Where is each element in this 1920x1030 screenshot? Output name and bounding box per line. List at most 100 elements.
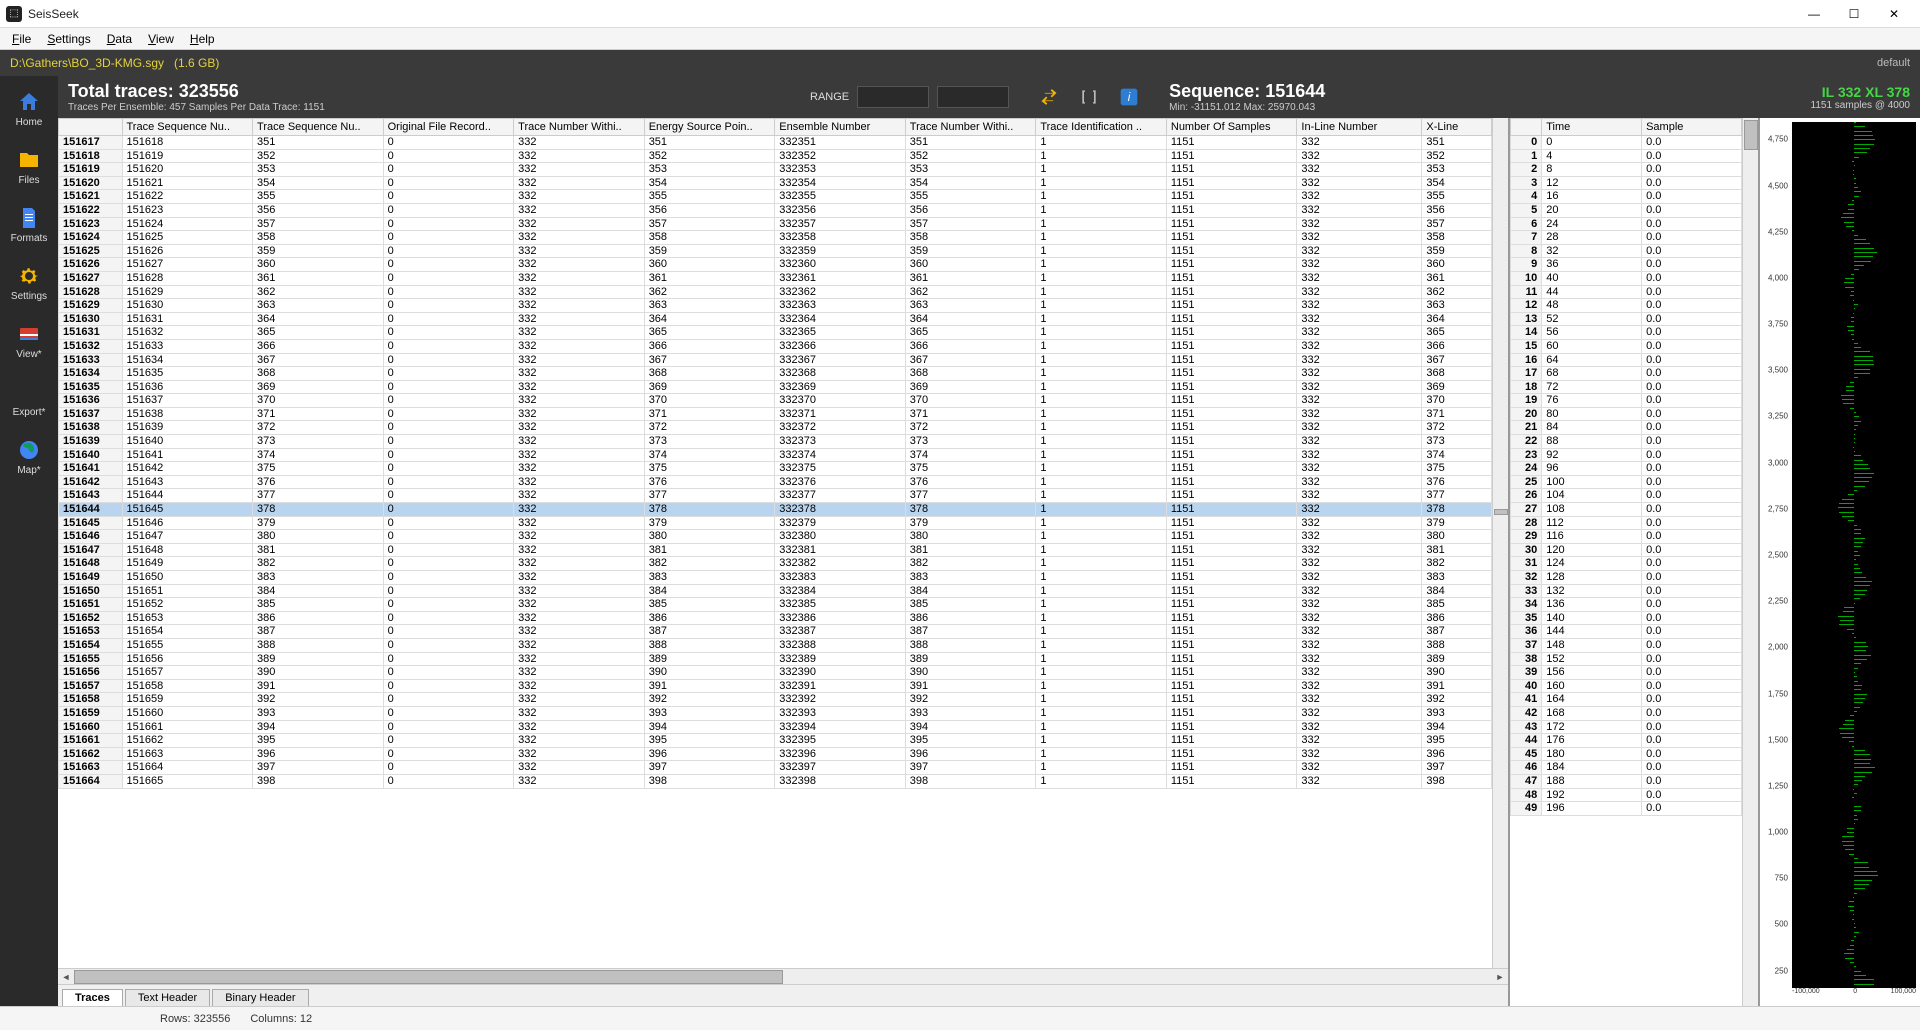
table-row[interactable]: 421680.0 — [1511, 706, 1742, 720]
table-row[interactable]: 1516371516383710332371332371371111513323… — [59, 407, 1492, 421]
table-row[interactable]: 471880.0 — [1511, 774, 1742, 788]
tab-text-header[interactable]: Text Header — [125, 989, 210, 1006]
menu-data[interactable]: Data — [99, 30, 140, 48]
table-row[interactable]: 251000.0 — [1511, 475, 1742, 489]
table-row[interactable]: 1516261516273600332360332360360111513323… — [59, 258, 1492, 272]
table-row[interactable]: 10400.0 — [1511, 271, 1742, 285]
table-row[interactable]: 1516421516433760332376332376376111513323… — [59, 475, 1492, 489]
table-row[interactable]: 12480.0 — [1511, 299, 1742, 313]
table-row[interactable]: 331320.0 — [1511, 584, 1742, 598]
table-row[interactable]: 1516171516183510332351332351351111513323… — [59, 136, 1492, 150]
table-row[interactable]: 1516451516463790332379332379379111513323… — [59, 516, 1492, 530]
brackets-icon[interactable] — [1075, 83, 1103, 111]
table-row[interactable]: 1516431516443770332377332377377111513323… — [59, 489, 1492, 503]
table-row[interactable]: 441760.0 — [1511, 734, 1742, 748]
table-row[interactable]: 1516461516473800332380332380380111513323… — [59, 530, 1492, 544]
table-row[interactable]: 311240.0 — [1511, 557, 1742, 571]
table-row[interactable]: 7280.0 — [1511, 231, 1742, 245]
table-row[interactable]: 21840.0 — [1511, 421, 1742, 435]
table-row[interactable]: 391560.0 — [1511, 666, 1742, 680]
table-row[interactable]: 281120.0 — [1511, 516, 1742, 530]
trace-col-header[interactable]: Ensemble Number — [775, 119, 906, 136]
table-row[interactable]: 291160.0 — [1511, 530, 1742, 544]
table-row[interactable]: 1516361516373700332370332370370111513323… — [59, 394, 1492, 408]
trace-vscrollbar[interactable] — [1492, 118, 1508, 968]
table-row[interactable]: 361440.0 — [1511, 625, 1742, 639]
table-row[interactable]: 1516391516403730332373332373373111513323… — [59, 435, 1492, 449]
trace-col-header[interactable]: Trace Sequence Nu.. — [122, 119, 253, 136]
tab-binary-header[interactable]: Binary Header — [212, 989, 308, 1006]
table-row[interactable]: 1516571516583910332391332391391111513323… — [59, 679, 1492, 693]
table-row[interactable]: 1516591516603930332393332393393111513323… — [59, 706, 1492, 720]
sidebar-formats[interactable]: Formats — [4, 198, 54, 252]
table-row[interactable]: 451800.0 — [1511, 747, 1742, 761]
table-row[interactable]: 1516201516213540332354332354354111513323… — [59, 176, 1492, 190]
table-row[interactable]: 1516331516343670332367332367367111513323… — [59, 353, 1492, 367]
table-row[interactable]: 1516531516543870332387332387387111513323… — [59, 625, 1492, 639]
trace-col-header[interactable]: X-Line — [1422, 119, 1492, 136]
table-row[interactable]: 261040.0 — [1511, 489, 1742, 503]
trace-col-header[interactable] — [59, 119, 123, 136]
menu-view[interactable]: View — [140, 30, 182, 48]
menu-help[interactable]: Help — [182, 30, 223, 48]
trace-col-header[interactable]: Trace Number Withi.. — [514, 119, 645, 136]
table-row[interactable]: 1516381516393720332372332372372111513323… — [59, 421, 1492, 435]
minimize-button[interactable]: — — [1794, 0, 1834, 28]
table-row[interactable]: 1516481516493820332382332382382111513323… — [59, 557, 1492, 571]
table-row[interactable]: 24960.0 — [1511, 462, 1742, 476]
table-row[interactable]: 1516251516263590332359332359359111513323… — [59, 244, 1492, 258]
sample-col-header[interactable]: Time — [1542, 119, 1642, 136]
sidebar-home[interactable]: Home — [4, 82, 54, 136]
sidebar-files[interactable]: Files — [4, 140, 54, 194]
table-row[interactable]: 431720.0 — [1511, 720, 1742, 734]
table-row[interactable]: 3120.0 — [1511, 176, 1742, 190]
table-row[interactable]: 401600.0 — [1511, 679, 1742, 693]
table-row[interactable]: 13520.0 — [1511, 312, 1742, 326]
menu-settings[interactable]: Settings — [39, 30, 98, 48]
table-row[interactable]: 17680.0 — [1511, 367, 1742, 381]
range-to-input[interactable] — [937, 86, 1009, 108]
table-row[interactable]: 461840.0 — [1511, 761, 1742, 775]
trace-col-header[interactable]: Number Of Samples — [1166, 119, 1297, 136]
close-button[interactable]: ✕ — [1874, 0, 1914, 28]
table-row[interactable]: 1516471516483810332381332381381111513323… — [59, 543, 1492, 557]
sample-table[interactable]: TimeSample000.0140.0280.03120.04160.0520… — [1510, 118, 1742, 1006]
table-row[interactable]: 271080.0 — [1511, 503, 1742, 517]
table-row[interactable]: 381520.0 — [1511, 652, 1742, 666]
table-row[interactable]: 6240.0 — [1511, 217, 1742, 231]
table-row[interactable]: 9360.0 — [1511, 258, 1742, 272]
table-row[interactable]: 11440.0 — [1511, 285, 1742, 299]
sample-col-header[interactable]: Sample — [1642, 119, 1742, 136]
table-row[interactable]: 1516521516533860332386332386386111513323… — [59, 611, 1492, 625]
table-row[interactable]: 1516611516623950332395332395395111513323… — [59, 734, 1492, 748]
table-row[interactable]: 140.0 — [1511, 149, 1742, 163]
table-row[interactable]: 1516581516593920332392332392392111513323… — [59, 693, 1492, 707]
table-row[interactable]: 1516321516333660332366332366366111513323… — [59, 339, 1492, 353]
table-row[interactable]: 1516231516243570332357332357357111513323… — [59, 217, 1492, 231]
swap-icon[interactable] — [1035, 83, 1063, 111]
table-row[interactable]: 1516301516313640332364332364364111513323… — [59, 312, 1492, 326]
maximize-button[interactable]: ☐ — [1834, 0, 1874, 28]
trace-table[interactable]: Trace Sequence Nu..Trace Sequence Nu..Or… — [58, 118, 1492, 968]
table-row[interactable]: 19760.0 — [1511, 394, 1742, 408]
table-row[interactable]: 1516291516303630332363332363363111513323… — [59, 299, 1492, 313]
table-row[interactable]: 1516211516223550332355332355355111513323… — [59, 190, 1492, 204]
table-row[interactable]: 1516491516503830332383332383383111513323… — [59, 571, 1492, 585]
tab-traces[interactable]: Traces — [62, 989, 123, 1006]
table-row[interactable]: 1516511516523850332385332385385111513323… — [59, 598, 1492, 612]
table-row[interactable]: 1516411516423750332375332375375111513323… — [59, 462, 1492, 476]
sidebar-export[interactable]: Export* — [4, 372, 54, 426]
table-row[interactable]: 1516601516613940332394332394394111513323… — [59, 720, 1492, 734]
table-row[interactable]: 1516501516513840332384332384384111513323… — [59, 584, 1492, 598]
sidebar-settings[interactable]: Settings — [4, 256, 54, 310]
table-row[interactable]: 1516281516293620332362332362362111513323… — [59, 285, 1492, 299]
table-row[interactable]: 321280.0 — [1511, 571, 1742, 585]
table-row[interactable]: 8320.0 — [1511, 244, 1742, 258]
sample-col-header[interactable] — [1511, 119, 1542, 136]
table-row[interactable]: 1516441516453780332378332378378111513323… — [59, 503, 1492, 517]
table-row[interactable]: 20800.0 — [1511, 407, 1742, 421]
table-row[interactable]: 351400.0 — [1511, 611, 1742, 625]
sidebar-view[interactable]: View* — [4, 314, 54, 368]
trace-col-header[interactable]: Trace Sequence Nu.. — [253, 119, 384, 136]
table-row[interactable]: 481920.0 — [1511, 788, 1742, 802]
